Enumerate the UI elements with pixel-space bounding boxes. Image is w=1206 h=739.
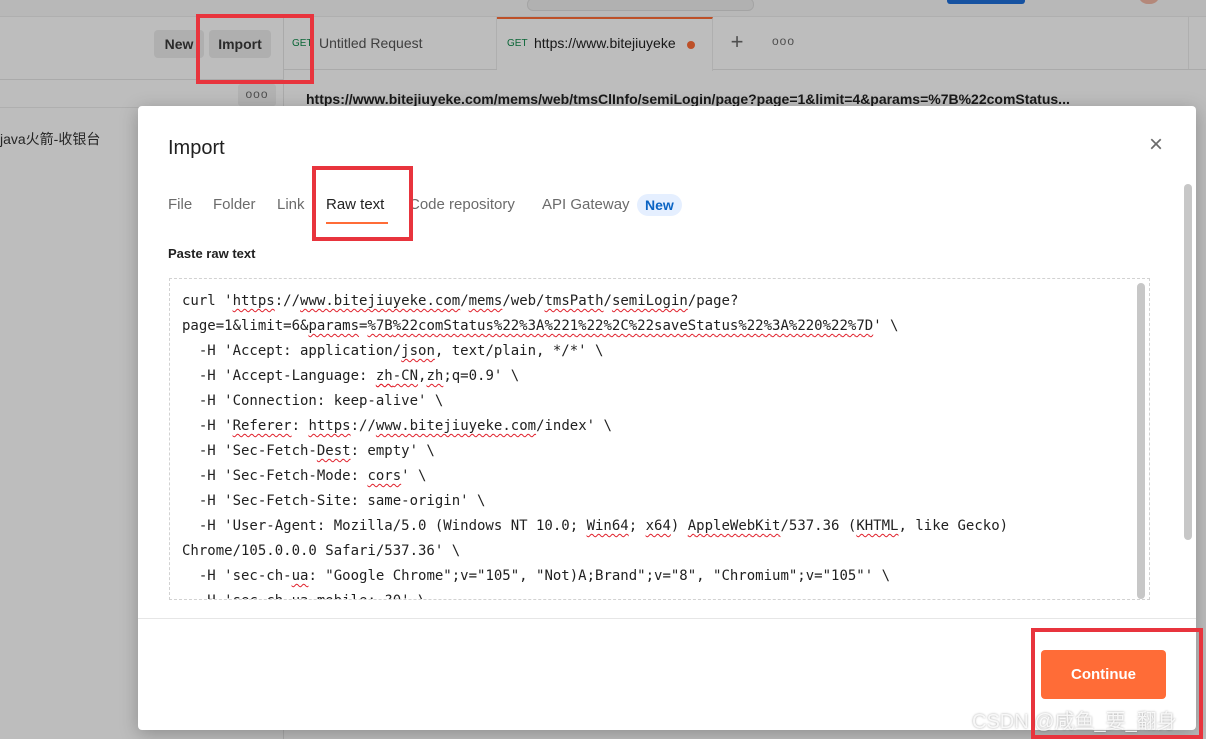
raw-text-line: -H 'Connection: keep-alive' \	[182, 393, 444, 409]
watermark: CSDN @咸鱼_要_翻身	[972, 711, 1177, 733]
raw-text-line: -H 'Sec-Fetch-Dest: empty' \	[182, 443, 435, 459]
dialog-footer-divider	[138, 618, 1196, 619]
textarea-scrollbar[interactable]	[1137, 283, 1145, 599]
import-type-tabs: File Folder Link Raw text Code repositor…	[168, 194, 768, 224]
raw-text-line: -H 'Referer: https://www.bitejiuyeke.com…	[182, 418, 612, 434]
new-badge: New	[637, 194, 682, 216]
dialog-scrollbar[interactable]	[1184, 184, 1192, 540]
tab-api-gateway[interactable]: API Gateway	[542, 196, 630, 213]
raw-text-line: -H 'Accept: application/json, text/plain…	[182, 343, 604, 359]
annotation-box-raw-text	[312, 166, 413, 241]
dialog-title: Import	[168, 137, 225, 159]
tab-link[interactable]: Link	[277, 196, 305, 213]
tab-file[interactable]: File	[168, 196, 192, 213]
raw-text-line: page=1&limit=6&params=%7B%22comStatus%22…	[182, 318, 899, 334]
raw-text-content: curl 'https://www.bitejiuyeke.com/mems/w…	[182, 289, 1122, 599]
tab-folder[interactable]: Folder	[213, 196, 256, 213]
raw-text-line: -H 'Sec-Fetch-Site: same-origin' \	[182, 493, 486, 509]
raw-text-label: Paste raw text	[168, 246, 256, 261]
raw-text-line: -H 'Accept-Language: zh-CN,zh;q=0.9' \	[182, 368, 520, 384]
tab-code-repository[interactable]: Code repository	[409, 196, 515, 213]
raw-text-line: -H 'sec-ch-ua: "Google Chrome";v="105", …	[182, 568, 891, 584]
close-icon[interactable]: ×	[1144, 133, 1168, 158]
raw-text-line: -H 'sec-ch-ua-mobile: ?0' \	[182, 589, 1122, 599]
raw-text-input[interactable]: curl 'https://www.bitejiuyeke.com/mems/w…	[169, 278, 1150, 600]
raw-text-line: Chrome/105.0.0.0 Safari/537.36' \	[182, 543, 461, 559]
annotation-box-import	[196, 14, 314, 84]
raw-text-line: -H 'Sec-Fetch-Mode: cors' \	[182, 468, 427, 484]
raw-text-line: -H 'User-Agent: Mozilla/5.0 (Windows NT …	[182, 518, 1009, 534]
raw-text-line: curl 'https://www.bitejiuyeke.com/mems/w…	[182, 293, 739, 309]
